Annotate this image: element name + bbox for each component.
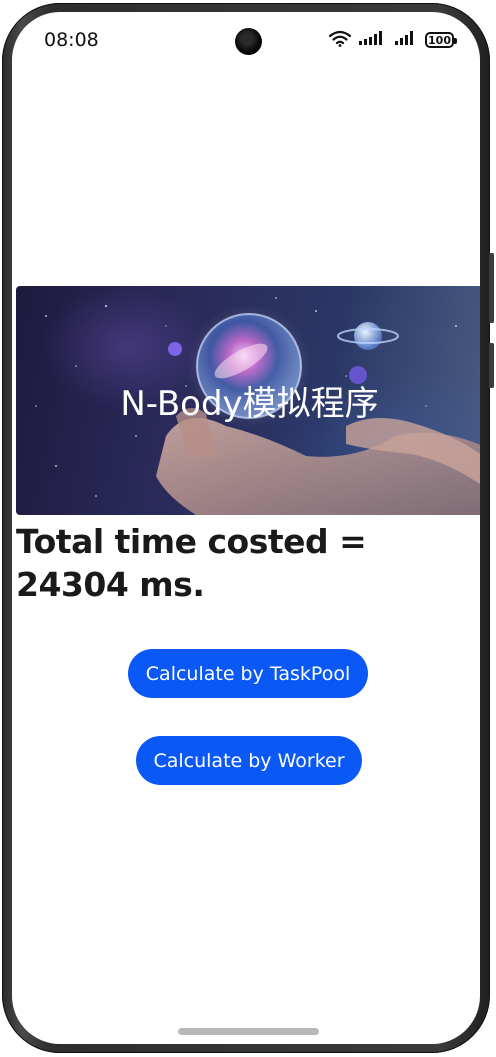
result-text: Total time costed = 24304 ms. [16,522,367,604]
status-icons: 100 [328,30,457,51]
volume-button [489,253,494,323]
status-time: 08:08 [44,29,99,51]
home-indicator[interactable] [178,1028,319,1035]
status-bar: 08:08 100 [12,12,480,68]
signal-icon [395,30,417,50]
battery-icon: 100 [425,32,457,48]
screen: 08:08 100 N-Body模拟程序 Total time costed =… [12,12,480,1044]
banner-image: N-Body模拟程序 [16,286,480,515]
wifi-icon [328,30,352,51]
signal-icon [359,30,387,50]
phone-frame: 08:08 100 N-Body模拟程序 Total time costed =… [2,3,494,1053]
banner-title: N-Body模拟程序 [120,384,379,424]
calculate-taskpool-button[interactable]: Calculate by TaskPool [128,649,368,698]
calculate-worker-button[interactable]: Calculate by Worker [136,736,362,785]
power-button [489,343,494,388]
battery-level: 100 [428,33,451,47]
front-camera [235,28,262,55]
